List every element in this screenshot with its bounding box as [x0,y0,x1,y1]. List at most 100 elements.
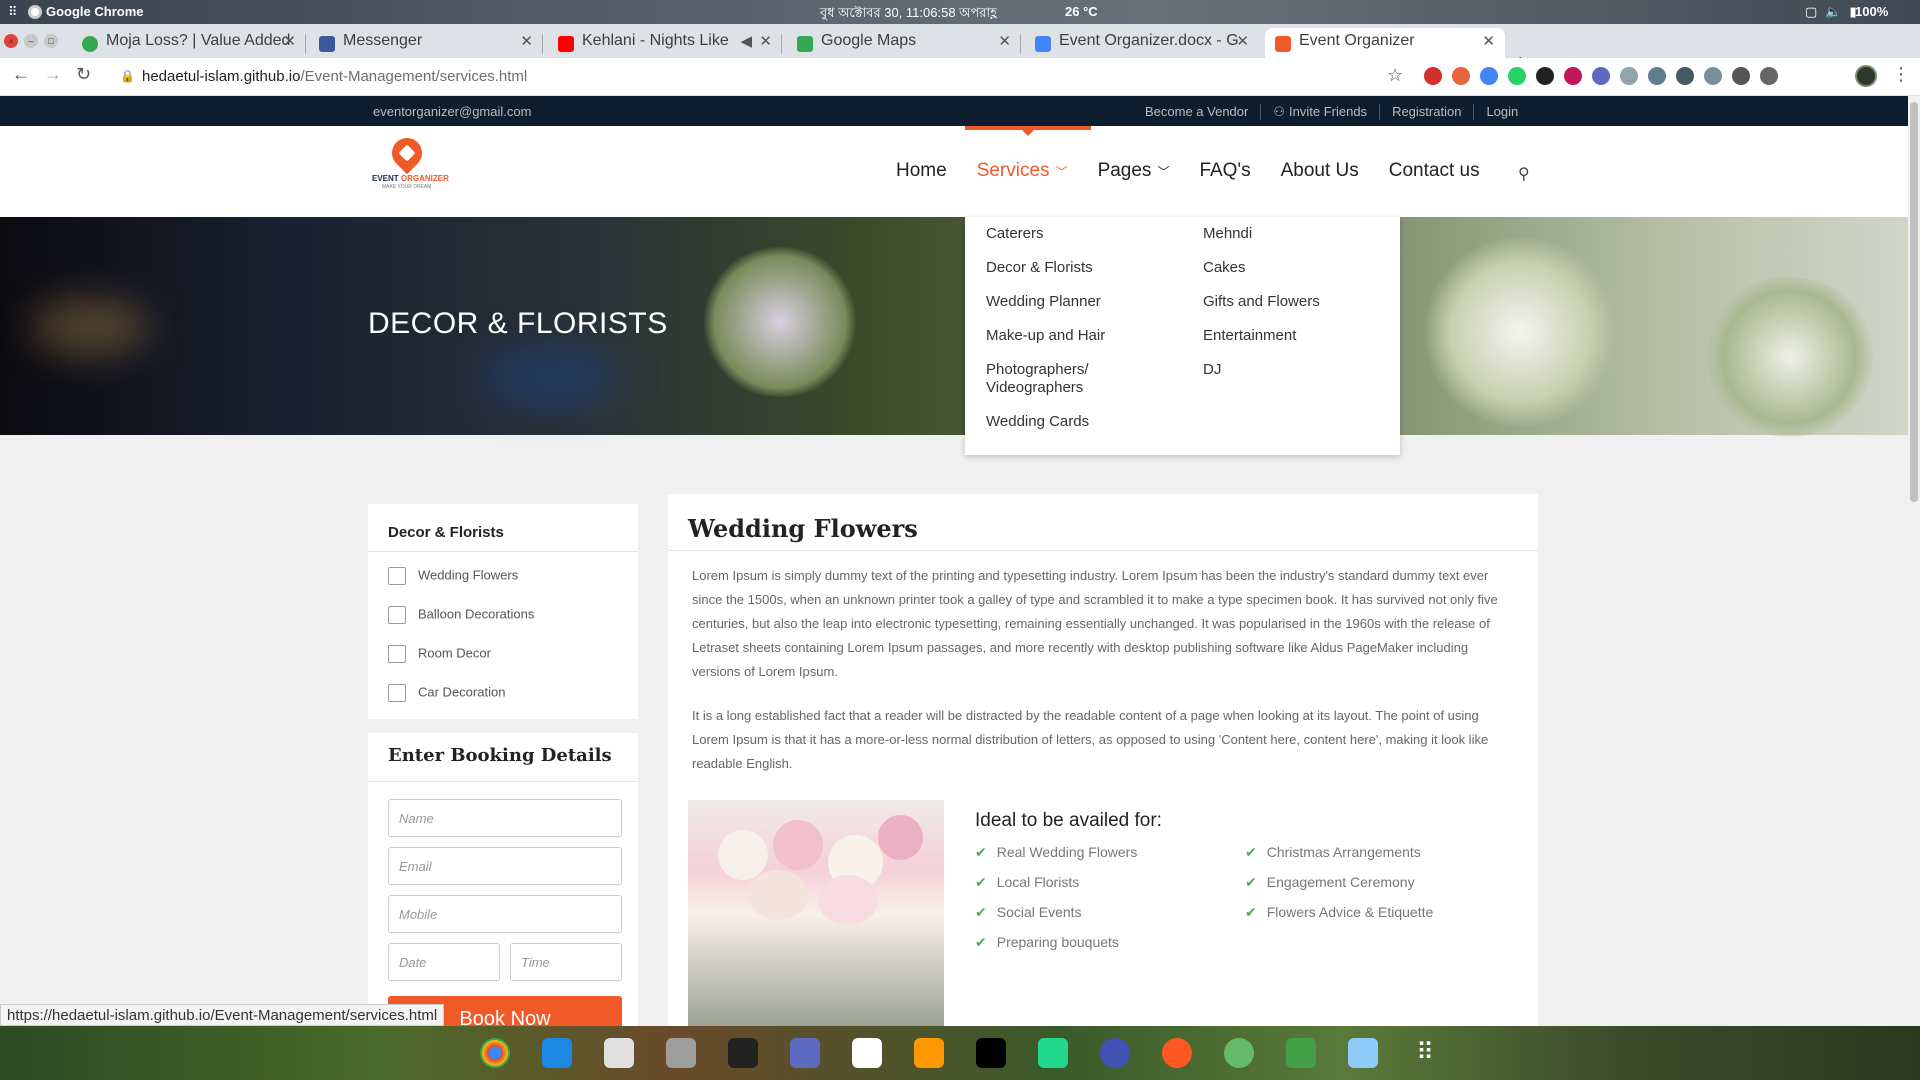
become-vendor-link[interactable]: Become a Vendor [1133,104,1262,120]
checkbox[interactable] [388,645,406,663]
browser-tab[interactable]: Kehlani - Nights Like ◀ ✕ [548,28,782,58]
app-icon[interactable] [666,1038,696,1068]
calculator-icon[interactable] [914,1038,944,1068]
extension-icon[interactable] [1564,67,1582,85]
menu-pages[interactable]: Pages ﹀ [1098,160,1170,182]
checkbox[interactable] [388,567,406,585]
files-icon[interactable] [604,1038,634,1068]
messenger-icon[interactable] [1100,1038,1130,1068]
extension-icon[interactable] [1732,67,1750,85]
browser-tab[interactable]: Messenger ✕ [309,28,543,58]
extension-icon[interactable] [1648,67,1666,85]
dropdown-item[interactable]: Make-up and Hair [986,327,1105,345]
tab-close-icon[interactable]: ✕ [759,32,772,50]
menu-home[interactable]: Home [896,160,947,182]
scrollbar-thumb[interactable] [1910,102,1918,502]
name-input[interactable]: Name [388,799,622,837]
extension-icon[interactable] [1592,67,1610,85]
browser-tab[interactable]: Event Organizer.docx - G ✕ [1025,28,1259,58]
tab-close-icon[interactable]: ✕ [1236,32,1249,50]
mobile-input[interactable]: Mobile [388,895,622,933]
dropdown-item[interactable]: Cakes [1203,259,1246,277]
app-icon[interactable] [1224,1038,1254,1068]
date-input[interactable]: Date [388,943,500,981]
tab-close-icon[interactable]: ✕ [998,32,1011,50]
dropdown-item[interactable]: Gifts and Flowers [1203,293,1320,311]
filter-option[interactable]: Car Decoration [388,684,505,702]
pycharm-icon[interactable] [1038,1038,1068,1068]
menu-faq[interactable]: FAQ's [1199,160,1250,182]
dropdown-item[interactable]: Decor & Florists [986,259,1093,277]
translate-icon[interactable] [1480,67,1498,85]
contact-email[interactable]: eventorganizer@gmail.com [373,104,531,119]
url-field[interactable]: 🔒 hedaetul-islam.github.io/Event-Managem… [110,63,1400,91]
terminal-icon[interactable] [728,1038,758,1068]
back-icon[interactable]: ← [12,64,30,85]
vertical-scrollbar[interactable] [1908,96,1920,1026]
invite-friends-link[interactable]: ⚇ Invite Friends [1261,104,1381,120]
close-app-icon[interactable] [852,1038,882,1068]
maximize-window-icon[interactable]: □ [44,34,58,48]
document-icon[interactable] [1348,1038,1378,1068]
login-link[interactable]: Login [1474,104,1530,120]
screenshot-icon[interactable] [790,1038,820,1068]
android-studio-icon[interactable] [1286,1038,1316,1068]
compass-icon[interactable] [1162,1038,1192,1068]
browser-tab-active[interactable]: Event Organizer ✕ [1265,28,1505,58]
checkbox[interactable] [388,606,406,624]
profile-avatar[interactable] [1855,65,1877,87]
reload-icon[interactable]: ↻ [76,64,91,85]
check-icon: ✔ [1245,904,1257,920]
dropdown-item[interactable]: Wedding Cards [986,413,1089,431]
battery-level[interactable]: 100% [1855,4,1888,19]
filter-option[interactable]: Wedding Flowers [388,567,518,585]
dropdown-item[interactable]: Photographers/ [986,361,1089,379]
dropdown-item[interactable]: DJ [1203,361,1221,379]
tab-close-icon[interactable]: ✕ [283,32,296,50]
registration-link[interactable]: Registration [1380,104,1475,120]
dropdown-item[interactable]: Wedding Planner [986,293,1101,311]
filter-option[interactable]: Balloon Decorations [388,606,534,624]
browser-tab[interactable]: Moja Loss? | Value Added ✕ [72,28,306,58]
extension-icon[interactable] [1536,67,1554,85]
apps-grid-icon[interactable]: ⠿ [8,4,18,20]
whatsapp-icon[interactable] [1508,67,1526,85]
tab-close-icon[interactable]: ✕ [520,32,533,50]
extension-icon[interactable] [1452,67,1470,85]
forward-icon[interactable]: → [44,64,62,85]
menu-kebab-icon[interactable]: ⋮ [1892,64,1910,85]
adblock-icon[interactable] [1424,67,1442,85]
vscode-icon[interactable] [542,1038,572,1068]
temperature[interactable]: 26 °C [1065,4,1098,19]
tab-close-icon[interactable]: ✕ [1482,32,1495,50]
dropdown-item[interactable]: Videographers [986,379,1083,397]
chrome-icon[interactable] [480,1038,510,1068]
system-clock[interactable]: বুধ অক্টোবর 30, 11:06:58 অপরাহ্ণ [820,4,997,25]
browser-tab[interactable]: Google Maps ✕ [787,28,1021,58]
extension-icon[interactable] [1760,67,1778,85]
bookmark-star-icon[interactable]: ☆ [1387,65,1403,86]
checkbox[interactable] [388,684,406,702]
email-input[interactable]: Email [388,847,622,885]
menu-about[interactable]: About Us [1281,160,1359,182]
dropdown-item[interactable]: Entertainment [1203,327,1296,345]
extension-icon[interactable] [1704,67,1722,85]
youtube-icon [558,36,574,52]
site-header: EVENT ORGANIZER MAKE YOUR DREAM Home Ser… [0,126,1908,217]
menu-contact[interactable]: Contact us [1389,160,1480,182]
page-title: DECOR & FLORISTS [368,307,668,340]
intellij-icon[interactable] [976,1038,1006,1068]
time-input[interactable]: Time [510,943,622,981]
app-grid-icon[interactable]: ⠿ [1410,1038,1440,1068]
menu-services[interactable]: Services ﹀ [977,160,1068,182]
extension-icon[interactable] [1620,67,1638,85]
minimize-window-icon[interactable]: – [24,34,38,48]
site-logo[interactable]: EVENT ORGANIZER MAKE YOUR DREAM [372,131,452,198]
filter-option[interactable]: Room Decor [388,645,491,663]
search-icon[interactable]: ⚲ [1518,164,1530,184]
dropdown-item[interactable]: Caterers [986,225,1044,243]
extension-icon[interactable] [1676,67,1694,85]
audio-icon[interactable]: ◀ [740,32,752,50]
close-window-icon[interactable]: × [4,34,18,48]
dropdown-item[interactable]: Mehndi [1203,225,1252,243]
